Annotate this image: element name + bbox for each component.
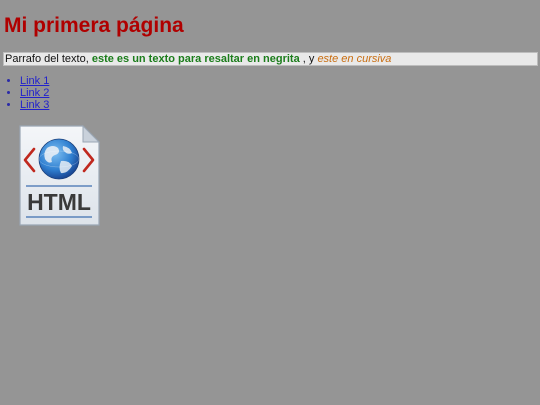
list-item: Link 2 bbox=[20, 87, 49, 99]
list-item: Link 1 bbox=[20, 75, 49, 87]
paragraph-bold-text: este es un texto para resaltar en negrit… bbox=[91, 53, 300, 65]
link-3[interactable]: Link 3 bbox=[20, 99, 49, 111]
html-icon-label: HTML bbox=[27, 189, 91, 215]
link-1[interactable]: Link 1 bbox=[20, 75, 49, 87]
link-list: Link 1 Link 2 Link 3 bbox=[0, 75, 49, 111]
list-item: Link 3 bbox=[20, 99, 49, 111]
page-title: Mi primera página bbox=[4, 14, 184, 37]
paragraph-connector-text: , y bbox=[299, 53, 318, 65]
link-2[interactable]: Link 2 bbox=[20, 87, 49, 99]
html-file-icon: HTML bbox=[17, 124, 101, 228]
text-paragraph: Parrafo del texto, este es un texto para… bbox=[3, 52, 538, 66]
paragraph-italic-text: este en cursiva bbox=[317, 53, 392, 65]
page: Mi primera página Parrafo del texto, est… bbox=[0, 0, 540, 405]
paragraph-plain-text: Parrafo del texto, bbox=[5, 53, 92, 65]
